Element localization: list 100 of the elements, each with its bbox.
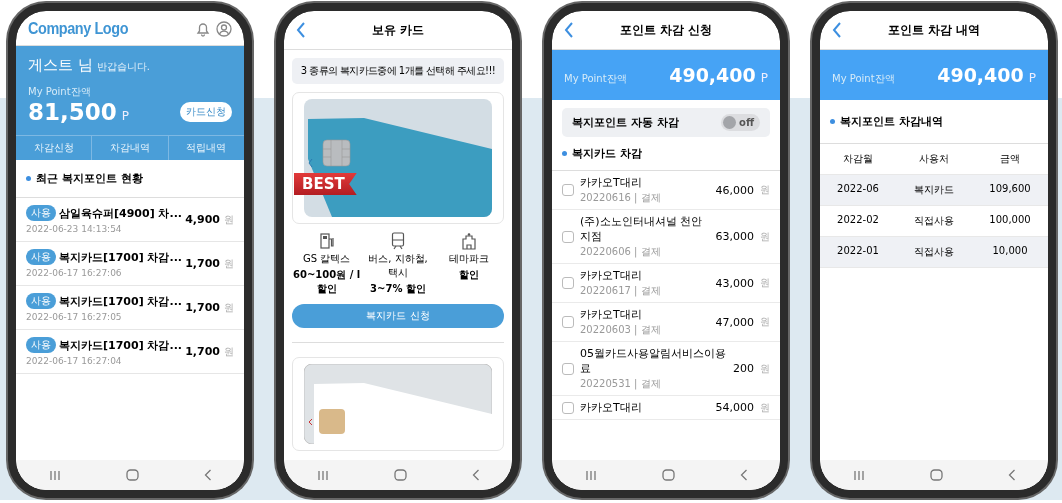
amount: 63,000 [715,230,754,243]
table-cell-text: 직접사용 [913,214,955,228]
tab[interactable]: 적립내역 [167,136,244,160]
transaction-title: 복지카드[1700] 차감... [59,293,183,309]
transaction-date: 2022-06-17 16:27:04 [26,356,123,366]
transaction-row[interactable]: 사용 복지카드[1700] 차감... 2022-06-17 16:27:05 1,700 원 [16,286,244,330]
payment-info: 20220616 | 결제 [580,191,662,205]
amount: 54,000 [715,401,754,414]
column-header: 금액 [999,152,1021,166]
usage-badge: 사용 [26,293,56,309]
benefit-detail: 할인 [459,268,480,282]
point-unit: P [1028,71,1036,85]
section-title: 복지카드 차감 [572,146,642,161]
recent-apps-icon[interactable] [316,469,329,481]
usage-badge: 사용 [26,337,56,353]
checkbox[interactable] [562,184,574,196]
toggle-switch[interactable]: off [721,114,760,131]
company-logo: Company Logo [28,19,130,39]
back-icon[interactable] [471,469,480,481]
bell-icon[interactable] [196,21,210,37]
merchant-name: 카카오T대리 [580,175,643,190]
balance-amount: 81,500 [28,99,117,125]
card-apply-button[interactable]: 카드신청 [180,102,232,122]
welfare-card-apply-button[interactable]: 복지카드 신청 [292,304,504,328]
balance-amount: 490,400 [669,64,756,86]
table-cell-text: 2022-02 [836,214,880,227]
balance-label: My Point잔액 [28,85,92,99]
bullet-dot [562,151,567,156]
screen-title: 보유 카드 [371,21,425,39]
profile-icon[interactable] [216,21,232,37]
benefit-detail: 60~100원 / l 할인 [292,268,362,296]
amount: 1,700 [185,301,220,314]
recent-apps-icon[interactable] [852,469,865,481]
back-icon[interactable] [203,469,212,481]
card-drawing[interactable] [304,364,492,444]
amount: 1,700 [185,345,220,358]
table-cell-text: 109,600 [988,183,1032,196]
merchant-name: 카카오T대리 [580,307,643,322]
balance-amount: 490,400 [937,64,1024,86]
bullet-dot [26,176,31,181]
amount: 200 [733,362,754,375]
table-cell-text: 복지카드 [913,183,955,197]
point-unit: P [121,109,129,123]
user-name: 게스트 님 [28,56,93,75]
checkbox[interactable] [562,316,574,328]
checkbox[interactable] [562,230,574,243]
best-ribbon: BEST [294,173,357,195]
benefit-name: 버스, 지하철, 택시 [367,252,429,280]
back-icon[interactable] [832,22,842,38]
greeting-text: 반갑습니다. [96,60,150,74]
benefit-detail: 3~7% 할인 [370,282,426,296]
currency-unit: 원 [760,361,770,376]
table-cell-text: 100,000 [988,214,1032,227]
usage-badge: 사용 [26,205,56,221]
column-header: 차감월 [842,152,874,166]
back-icon[interactable] [564,22,574,38]
table-cell-text: 2022-06 [836,183,880,196]
transaction-row[interactable]: 사용 삼일육슈퍼[4900] 차... 2022-06-23 14:13:54 4,900 원 [16,198,244,242]
currency-unit: 원 [224,212,234,227]
fuel-pump-icon [318,232,335,250]
currency-unit: 원 [760,315,770,329]
balance-label: My Point잔액 [832,72,896,86]
back-icon[interactable] [739,469,748,481]
home-icon[interactable] [661,469,675,481]
currency-unit: 원 [760,183,770,197]
transaction-row[interactable]: 사용 복지카드[1700] 차감... 2022-06-17 16:27:06 1,700 원 [16,242,244,286]
back-icon[interactable] [1007,469,1016,481]
home-icon[interactable] [929,469,943,481]
currency-unit: 원 [224,344,234,359]
amount: 4,900 [185,213,220,226]
amount: 47,000 [715,315,754,329]
amount: 43,000 [715,276,754,290]
merchant-name: 카카오T대리 [580,400,643,415]
checkbox[interactable] [562,362,574,375]
home-icon[interactable] [393,469,407,481]
auto-deduct-label: 복지포인트 자동 차감 [572,115,679,130]
section-title: 복지포인트 차감내역 [840,114,943,129]
currency-unit: 원 [224,256,234,271]
home-icon[interactable] [125,469,139,481]
back-icon[interactable] [296,22,306,38]
table-cell-text: 10,000 [991,245,1029,258]
currency-unit: 원 [760,229,770,244]
table-cell-text: 직접사용 [913,245,955,259]
transaction-title: 복지카드[1700] 차감... [59,337,183,353]
point-unit: P [760,71,768,85]
card-drawing[interactable] [304,99,492,217]
recent-apps-icon[interactable] [48,469,61,481]
transaction-row[interactable]: 사용 복지카드[1700] 차감... 2022-06-17 16:27:04 1,700 원 [16,330,244,374]
transaction-date: 2022-06-17 16:27:06 [26,268,123,278]
checkbox[interactable] [562,277,574,289]
payment-info: 20220603 | 결제 [580,323,662,337]
checkbox[interactable] [562,401,574,414]
recent-apps-icon[interactable] [584,469,597,481]
merchant-name: 05월카드사용알림서비스이용료 [580,346,727,376]
benefit-name: GS 칼텍스 [303,252,351,266]
currency-unit: 원 [224,300,234,315]
transaction-title: 삼일육슈퍼[4900] 차... [59,205,183,221]
transaction-date: 2022-06-17 16:27:05 [26,312,123,322]
currency-unit: 원 [760,400,770,415]
column-header: 사용처 [918,152,950,166]
